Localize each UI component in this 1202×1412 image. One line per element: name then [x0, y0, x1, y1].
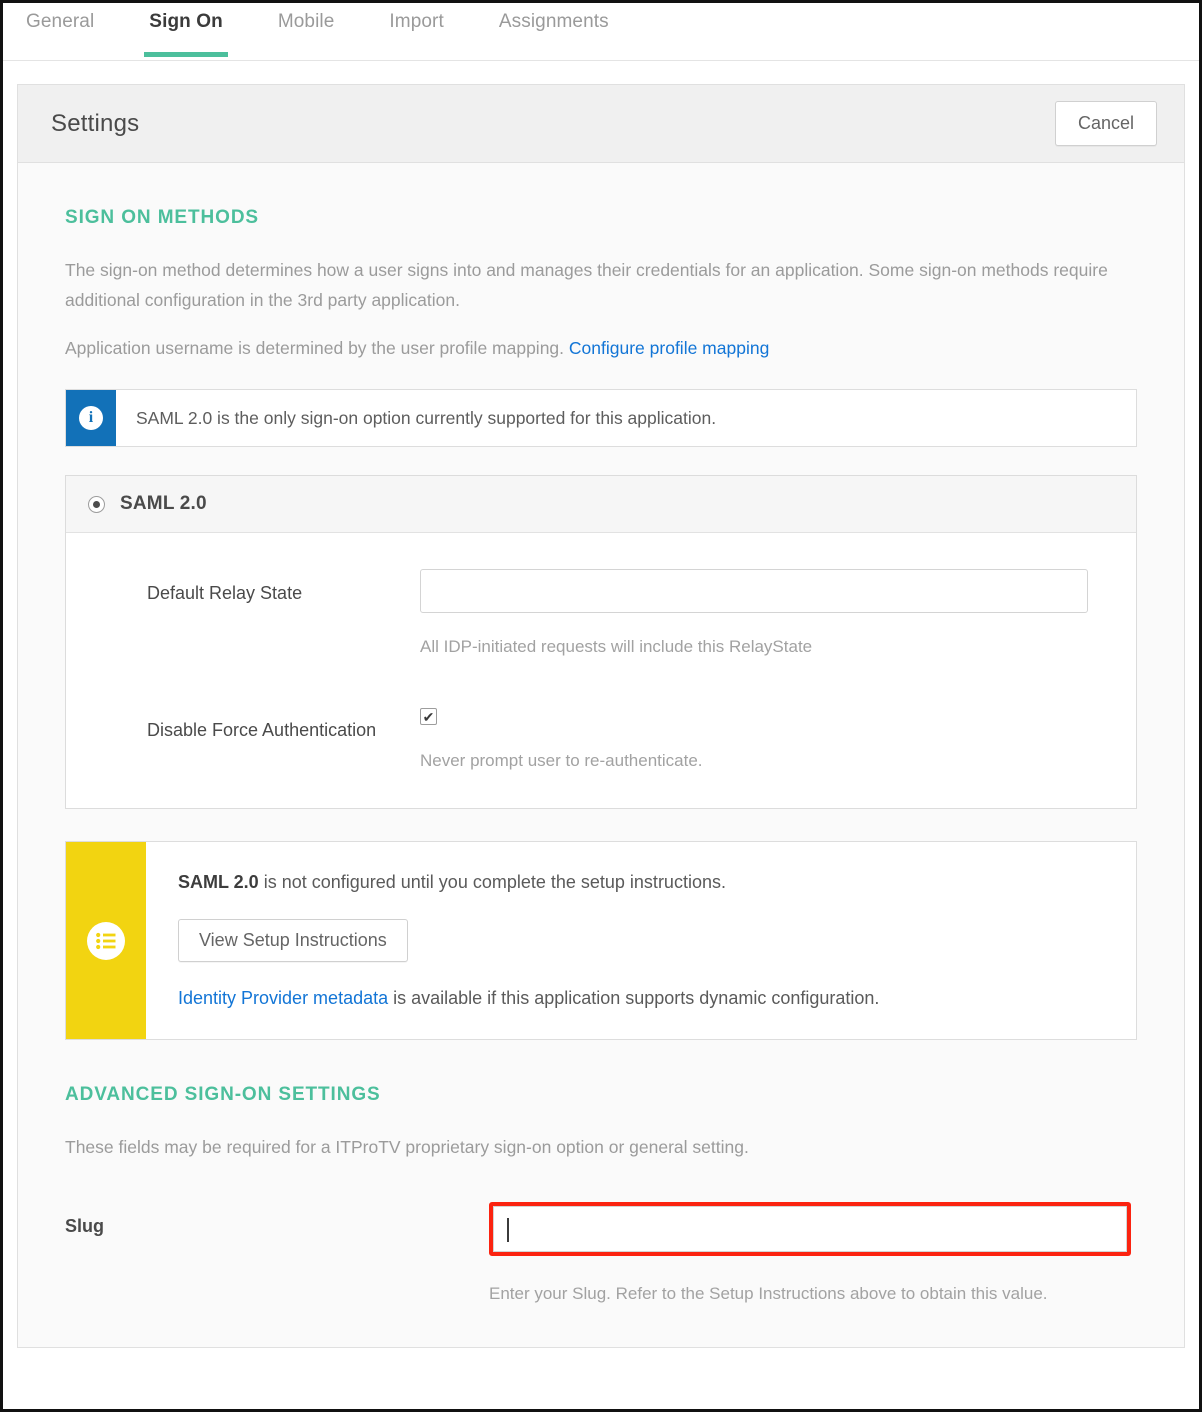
application-username-text: Application username is determined by th…	[65, 338, 565, 359]
slug-highlight-outline	[489, 1202, 1131, 1257]
advanced-sign-on-settings-description: These fields may be required for a ITPro…	[65, 1137, 749, 1158]
configure-profile-mapping-link[interactable]: Configure profile mapping	[569, 338, 769, 358]
setup-banner-metadata-line: Identity Provider metadata is available …	[178, 988, 1108, 1009]
advanced-sign-on-settings-heading: ADVANCED SIGN-ON SETTINGS	[65, 1084, 381, 1106]
field-row-slug: Slug Enter your Slug. Refer to the Setup…	[65, 1202, 1137, 1307]
saml-panel: SAML 2.0 Default Relay State All IDP-ini…	[65, 475, 1137, 810]
tab-sign-on[interactable]: Sign On	[144, 3, 228, 57]
setup-instructions-banner: SAML 2.0 is not configured until you com…	[65, 841, 1137, 1041]
checklist-icon	[87, 921, 125, 960]
default-relay-state-input[interactable]	[420, 569, 1088, 614]
info-banner-icon-column: i	[66, 390, 116, 447]
tab-import[interactable]: Import	[389, 3, 443, 33]
setup-banner-message: SAML 2.0 is not configured until you com…	[178, 872, 1108, 893]
disable-force-authentication-hint: Never prompt user to re-authenticate.	[420, 750, 703, 770]
sign-on-methods-heading: SIGN ON METHODS	[65, 207, 260, 228]
slug-input-wrap	[493, 1206, 1127, 1253]
default-relay-state-control: All IDP-initiated requests will include …	[420, 569, 1112, 660]
default-relay-state-label: Default Relay State	[147, 583, 303, 604]
tab-bar: General Sign On Mobile Import Assignment…	[3, 3, 1199, 61]
app-window: General Sign On Mobile Import Assignment…	[0, 0, 1202, 1412]
info-circle-icon: i	[79, 406, 103, 431]
saml-panel-body: Default Relay State All IDP-initiated re…	[66, 533, 1136, 809]
setup-banner-button-wrap: View Setup Instructions	[178, 919, 1108, 963]
page-title: Settings	[51, 109, 140, 137]
info-banner: i SAML 2.0 is the only sign-on option cu…	[65, 389, 1137, 448]
settings-card-body: SIGN ON METHODS The sign-on method deter…	[18, 163, 1184, 1347]
slug-input[interactable]	[493, 1206, 1127, 1253]
setup-banner-metadata-text: is available if this application support…	[388, 988, 880, 1009]
setup-banner-icon-column	[66, 842, 146, 1040]
slug-control: Enter your Slug. Refer to the Setup Inst…	[489, 1202, 1137, 1307]
tab-assignments[interactable]: Assignments	[499, 3, 609, 33]
setup-banner-message-text: is not configured until you complete the…	[258, 872, 726, 893]
settings-card: Settings Cancel SIGN ON METHODS The sign…	[17, 84, 1185, 1349]
setup-banner-bold-prefix: SAML 2.0	[178, 872, 259, 893]
application-username-note: Application username is determined by th…	[65, 333, 1137, 363]
settings-card-header: Settings Cancel	[18, 85, 1184, 163]
tab-mobile[interactable]: Mobile	[278, 3, 335, 33]
tab-general[interactable]: General	[26, 3, 94, 33]
sign-on-methods-description: The sign-on method determines how a user…	[65, 260, 1108, 311]
checkmark-icon: ✔	[422, 708, 435, 725]
saml-panel-header[interactable]: SAML 2.0	[66, 476, 1136, 534]
identity-provider-metadata-link[interactable]: Identity Provider metadata	[178, 988, 388, 1008]
text-cursor	[507, 1218, 509, 1243]
setup-banner-body: SAML 2.0 is not configured until you com…	[146, 842, 1136, 1039]
disable-force-authentication-label: Disable Force Authentication	[147, 720, 377, 741]
disable-force-authentication-checkbox[interactable]: ✔	[420, 708, 437, 726]
field-row-disable-force-authentication: Disable Force Authentication ✔ Never pro…	[66, 706, 1136, 774]
info-banner-text: SAML 2.0 is the only sign-on option curr…	[136, 407, 717, 428]
slug-hint: Enter your Slug. Refer to the Setup Inst…	[489, 1284, 1048, 1304]
view-setup-instructions-button[interactable]: View Setup Instructions	[178, 919, 408, 963]
saml-radio-label: SAML 2.0	[120, 493, 207, 515]
slug-label: Slug	[65, 1216, 104, 1237]
field-row-default-relay-state: Default Relay State All IDP-initiated re…	[66, 569, 1136, 660]
saml-radio-button[interactable]	[88, 495, 105, 513]
cancel-button[interactable]: Cancel	[1054, 101, 1157, 146]
default-relay-state-hint: All IDP-initiated requests will include …	[420, 637, 813, 657]
disable-force-authentication-control: ✔ Never prompt user to re-authenticate.	[420, 706, 1112, 774]
